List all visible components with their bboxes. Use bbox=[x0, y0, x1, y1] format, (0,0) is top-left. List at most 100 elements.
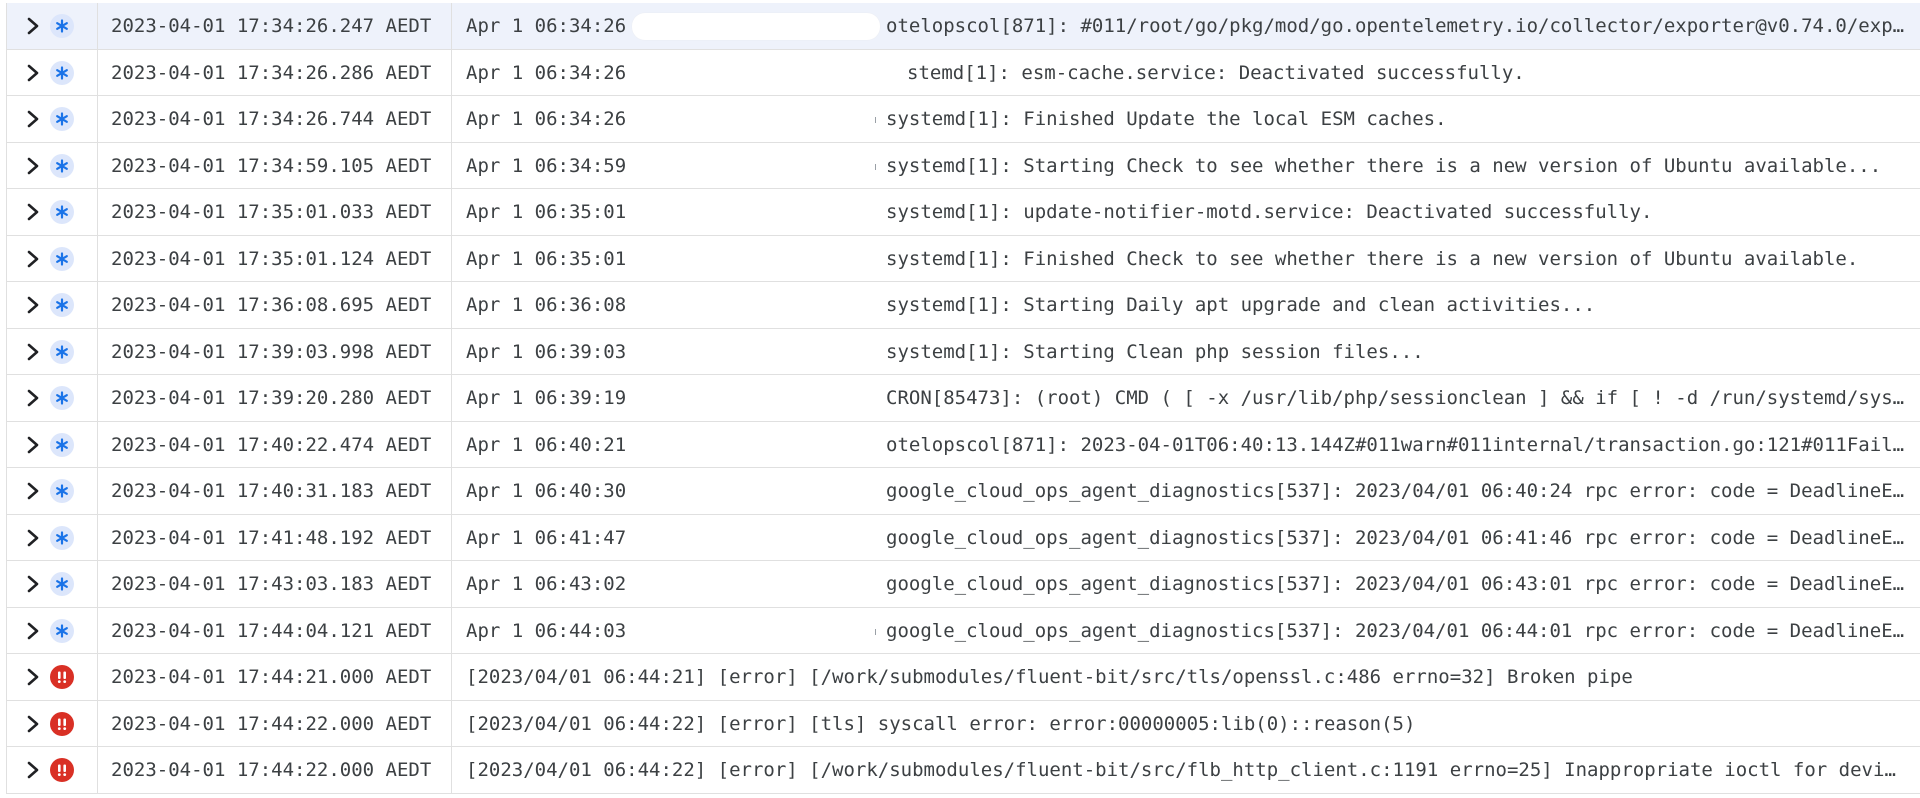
log-timestamp: 2023-04-01 17:40:22.474 AEDT bbox=[111, 433, 432, 456]
column-divider bbox=[97, 514, 98, 560]
log-row[interactable]: 2023-04-01 17:34:26.247 AEDT Apr 1 06:34:… bbox=[7, 3, 1920, 50]
chevron-right-icon[interactable] bbox=[23, 747, 43, 793]
column-divider bbox=[97, 607, 98, 653]
log-row[interactable]: 2023-04-01 17:34:59.105 AEDT Apr 1 06:34:… bbox=[7, 142, 1920, 189]
column-divider bbox=[451, 96, 452, 142]
column-divider bbox=[451, 3, 452, 49]
default-severity-icon bbox=[50, 107, 74, 131]
column-divider bbox=[97, 189, 98, 235]
column-divider bbox=[451, 49, 452, 95]
log-row[interactable]: 2023-04-01 17:41:48.192 AEDT Apr 1 06:41:… bbox=[7, 514, 1920, 561]
column-divider bbox=[97, 328, 98, 374]
chevron-right-icon[interactable] bbox=[23, 375, 43, 421]
redacted-hostname bbox=[632, 13, 880, 40]
chevron-right-icon[interactable] bbox=[23, 329, 43, 375]
chevron-right-icon[interactable] bbox=[23, 50, 43, 96]
default-severity-icon bbox=[50, 432, 74, 457]
chevron-right-icon[interactable] bbox=[23, 654, 43, 700]
chevron-right-icon[interactable] bbox=[23, 236, 43, 282]
default-severity-icon bbox=[50, 246, 74, 271]
chevron-right-icon[interactable] bbox=[23, 561, 43, 607]
log-message: systemd[1]: Starting Check to see whethe… bbox=[886, 154, 1882, 177]
column-divider bbox=[97, 468, 98, 514]
chevron-right-icon[interactable] bbox=[23, 143, 43, 189]
log-host-time: Apr 1 06:43:02 bbox=[466, 573, 627, 595]
column-divider bbox=[451, 189, 452, 235]
log-host-time: Apr 1 06:44:03 bbox=[466, 619, 627, 642]
chevron-right-icon[interactable] bbox=[23, 422, 43, 468]
log-row[interactable]: 2023-04-01 17:40:31.183 AEDT Apr 1 06:40:… bbox=[7, 468, 1920, 515]
column-divider bbox=[451, 375, 452, 421]
chevron-right-icon[interactable] bbox=[23, 515, 43, 561]
log-host-time: Apr 1 06:34:26 bbox=[466, 61, 627, 84]
log-timestamp: 2023-04-01 17:43:03.183 AEDT bbox=[111, 573, 432, 595]
column-divider bbox=[97, 561, 98, 607]
log-host-time: Apr 1 06:39:19 bbox=[466, 387, 627, 409]
chevron-right-icon[interactable] bbox=[23, 3, 43, 49]
column-divider bbox=[97, 142, 98, 188]
column-divider bbox=[97, 282, 98, 328]
log-row[interactable]: 2023-04-01 17:44:21.000 AEDT [2023/04/01 … bbox=[7, 654, 1920, 701]
log-host-time: Apr 1 06:35:01 bbox=[466, 201, 627, 223]
column-divider bbox=[451, 235, 452, 281]
column-divider bbox=[451, 468, 452, 514]
log-message: google_cloud_ops_agent_diagnostics[537]:… bbox=[886, 480, 1908, 502]
default-severity-icon bbox=[50, 572, 74, 596]
log-host-time: Apr 1 06:36:08 bbox=[466, 294, 627, 316]
log-message: [2023/04/01 06:44:22] [error] [tls] sysc… bbox=[466, 712, 1416, 735]
log-timestamp: 2023-04-01 17:34:26.247 AEDT bbox=[111, 15, 432, 37]
column-divider bbox=[97, 235, 98, 281]
log-message: [2023/04/01 06:44:21] [error] [/work/sub… bbox=[466, 666, 1633, 688]
truncation-mark bbox=[875, 117, 876, 123]
chevron-right-icon[interactable] bbox=[23, 701, 43, 747]
log-row[interactable]: 2023-04-01 17:34:26.744 AEDT Apr 1 06:34:… bbox=[7, 96, 1920, 143]
log-timestamp: 2023-04-01 17:40:31.183 AEDT bbox=[111, 480, 432, 502]
log-message: systemd[1]: Finished Check to see whethe… bbox=[886, 247, 1859, 270]
log-row[interactable]: 2023-04-01 17:35:01.124 AEDT Apr 1 06:35:… bbox=[7, 235, 1920, 282]
error-severity-icon bbox=[50, 711, 74, 736]
log-row[interactable]: 2023-04-01 17:39:20.280 AEDT Apr 1 06:39:… bbox=[7, 375, 1920, 422]
log-row[interactable]: 2023-04-01 17:39:03.998 AEDT Apr 1 06:39:… bbox=[7, 328, 1920, 375]
log-timestamp: 2023-04-01 17:41:48.192 AEDT bbox=[111, 526, 432, 549]
chevron-right-icon[interactable] bbox=[23, 282, 43, 328]
log-row[interactable]: 2023-04-01 17:34:26.286 AEDT Apr 1 06:34:… bbox=[7, 49, 1920, 96]
log-message: CRON[85473]: (root) CMD ( [ -x /usr/lib/… bbox=[886, 387, 1908, 409]
log-timestamp: 2023-04-01 17:44:22.000 AEDT bbox=[111, 759, 432, 781]
log-message: google_cloud_ops_agent_diagnostics[537]:… bbox=[886, 526, 1908, 549]
default-severity-icon bbox=[50, 479, 74, 503]
log-row[interactable]: 2023-04-01 17:36:08.695 AEDT Apr 1 06:36:… bbox=[7, 282, 1920, 329]
log-timestamp: 2023-04-01 17:44:21.000 AEDT bbox=[111, 666, 432, 688]
log-row[interactable]: 2023-04-01 17:44:22.000 AEDT [2023/04/01 … bbox=[7, 700, 1920, 747]
chevron-right-icon[interactable] bbox=[23, 189, 43, 235]
log-row[interactable]: 2023-04-01 17:35:01.033 AEDT Apr 1 06:35:… bbox=[7, 189, 1920, 236]
default-severity-icon bbox=[50, 525, 74, 550]
log-row[interactable]: 2023-04-01 17:40:22.474 AEDT Apr 1 06:40:… bbox=[7, 421, 1920, 468]
log-message: systemd[1]: Finished Update the local ES… bbox=[886, 108, 1447, 130]
truncation-mark bbox=[875, 163, 876, 170]
column-divider bbox=[97, 3, 98, 49]
log-row[interactable]: 2023-04-01 17:44:04.121 AEDT Apr 1 06:44:… bbox=[7, 607, 1920, 654]
log-host-time: Apr 1 06:41:47 bbox=[466, 526, 627, 549]
column-divider bbox=[451, 514, 452, 560]
log-row[interactable]: 2023-04-01 17:43:03.183 AEDT Apr 1 06:43:… bbox=[7, 561, 1920, 608]
chevron-right-icon[interactable] bbox=[23, 468, 43, 514]
chevron-right-icon[interactable] bbox=[23, 608, 43, 654]
log-host-time: Apr 1 06:34:59 bbox=[466, 154, 627, 177]
log-message: google_cloud_ops_agent_diagnostics[537]:… bbox=[886, 573, 1908, 595]
log-timestamp: 2023-04-01 17:34:59.105 AEDT bbox=[111, 154, 432, 177]
log-timestamp: 2023-04-01 17:36:08.695 AEDT bbox=[111, 294, 432, 316]
log-timestamp: 2023-04-01 17:39:03.998 AEDT bbox=[111, 340, 432, 363]
column-divider bbox=[97, 700, 98, 746]
log-message: [2023/04/01 06:44:22] [error] [/work/sub… bbox=[466, 759, 1906, 781]
log-timestamp: 2023-04-01 17:34:26.744 AEDT bbox=[111, 108, 432, 130]
log-timestamp: 2023-04-01 17:34:26.286 AEDT bbox=[111, 61, 432, 84]
log-row[interactable]: 2023-04-01 17:44:22.000 AEDT [2023/04/01 … bbox=[7, 747, 1920, 794]
chevron-right-icon[interactable] bbox=[23, 96, 43, 142]
log-host-time: Apr 1 06:40:21 bbox=[466, 433, 627, 456]
truncation-mark bbox=[875, 628, 876, 635]
column-divider bbox=[451, 607, 452, 653]
log-message: systemd[1]: Starting Daily apt upgrade a… bbox=[886, 294, 1596, 316]
column-divider bbox=[97, 654, 98, 700]
default-severity-icon bbox=[50, 60, 74, 85]
log-timestamp: 2023-04-01 17:44:04.121 AEDT bbox=[111, 619, 432, 642]
